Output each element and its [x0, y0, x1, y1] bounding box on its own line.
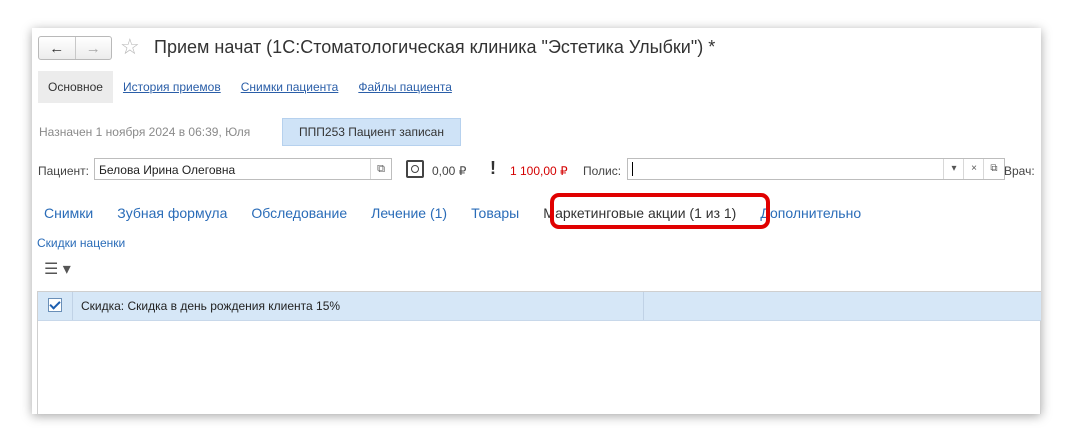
open-icon[interactable]: ⧉: [370, 159, 391, 179]
patient-value: Белова Ирина Олеговна: [99, 163, 236, 177]
document-window: ← → ☆ Прием начат (1С:Стоматологическая …: [32, 28, 1041, 414]
tab-patient-images[interactable]: Снимки пациента: [231, 71, 349, 103]
tab-goods[interactable]: Товары: [471, 203, 519, 223]
highlight-frame: [550, 193, 770, 229]
favorite-star-icon[interactable]: ☆: [120, 34, 140, 60]
back-button[interactable]: ←: [39, 37, 75, 59]
table-row[interactable]: Скидка: Скидка в день рождения клиента 1…: [38, 292, 1041, 321]
tab-additional[interactable]: Дополнительно: [760, 203, 861, 223]
discounts-link[interactable]: Скидки наценки: [37, 236, 125, 250]
status-badge[interactable]: ППП253 Пациент записан: [282, 118, 461, 146]
checkbox[interactable]: [48, 298, 62, 312]
tab-visit-history[interactable]: История приемов: [113, 71, 231, 103]
tab-dental-formula[interactable]: Зубная формула: [117, 203, 227, 223]
safe-icon[interactable]: [406, 160, 424, 178]
text-cursor: [632, 162, 633, 176]
discounts-table: Скидка: Скидка в день рождения клиента 1…: [37, 291, 1041, 414]
tab-examination[interactable]: Обследование: [251, 203, 347, 223]
polis-label: Полис:: [583, 164, 622, 178]
menu-icon[interactable]: ☰ ▾: [44, 259, 71, 279]
navigation-buttons: ← →: [38, 36, 112, 60]
debt-amount: 1 100,00 ₽: [510, 164, 568, 178]
patient-field[interactable]: Белова Ирина Олеговна ⧉: [94, 158, 392, 180]
tab-treatment[interactable]: Лечение (1): [371, 203, 447, 223]
window-title: Прием начат (1С:Стоматологическая клиник…: [154, 37, 716, 57]
exclamation-icon: !: [490, 158, 496, 178]
patient-label: Пациент:: [38, 164, 90, 178]
tab-images[interactable]: Снимки: [44, 203, 93, 223]
open-icon[interactable]: ⧉: [983, 159, 1004, 179]
discount-cell: Скидка: Скидка в день рождения клиента 1…: [72, 292, 644, 320]
forward-button[interactable]: →: [74, 37, 112, 59]
close-icon[interactable]: ×: [963, 159, 984, 179]
assigned-info: Назначен 1 ноября 2024 в 06:39, Юля: [39, 125, 251, 139]
tab-patient-files[interactable]: Файлы пациента: [348, 71, 462, 103]
top-tabs: Основное История приемов Снимки пациента…: [38, 71, 462, 103]
polis-input[interactable]: ▾ × ⧉: [627, 158, 1005, 180]
balance-amount: 0,00 ₽: [432, 164, 467, 178]
doctor-label: Врач:: [1004, 164, 1035, 178]
chevron-down-icon[interactable]: ▾: [943, 159, 964, 179]
tab-main[interactable]: Основное: [38, 71, 113, 103]
